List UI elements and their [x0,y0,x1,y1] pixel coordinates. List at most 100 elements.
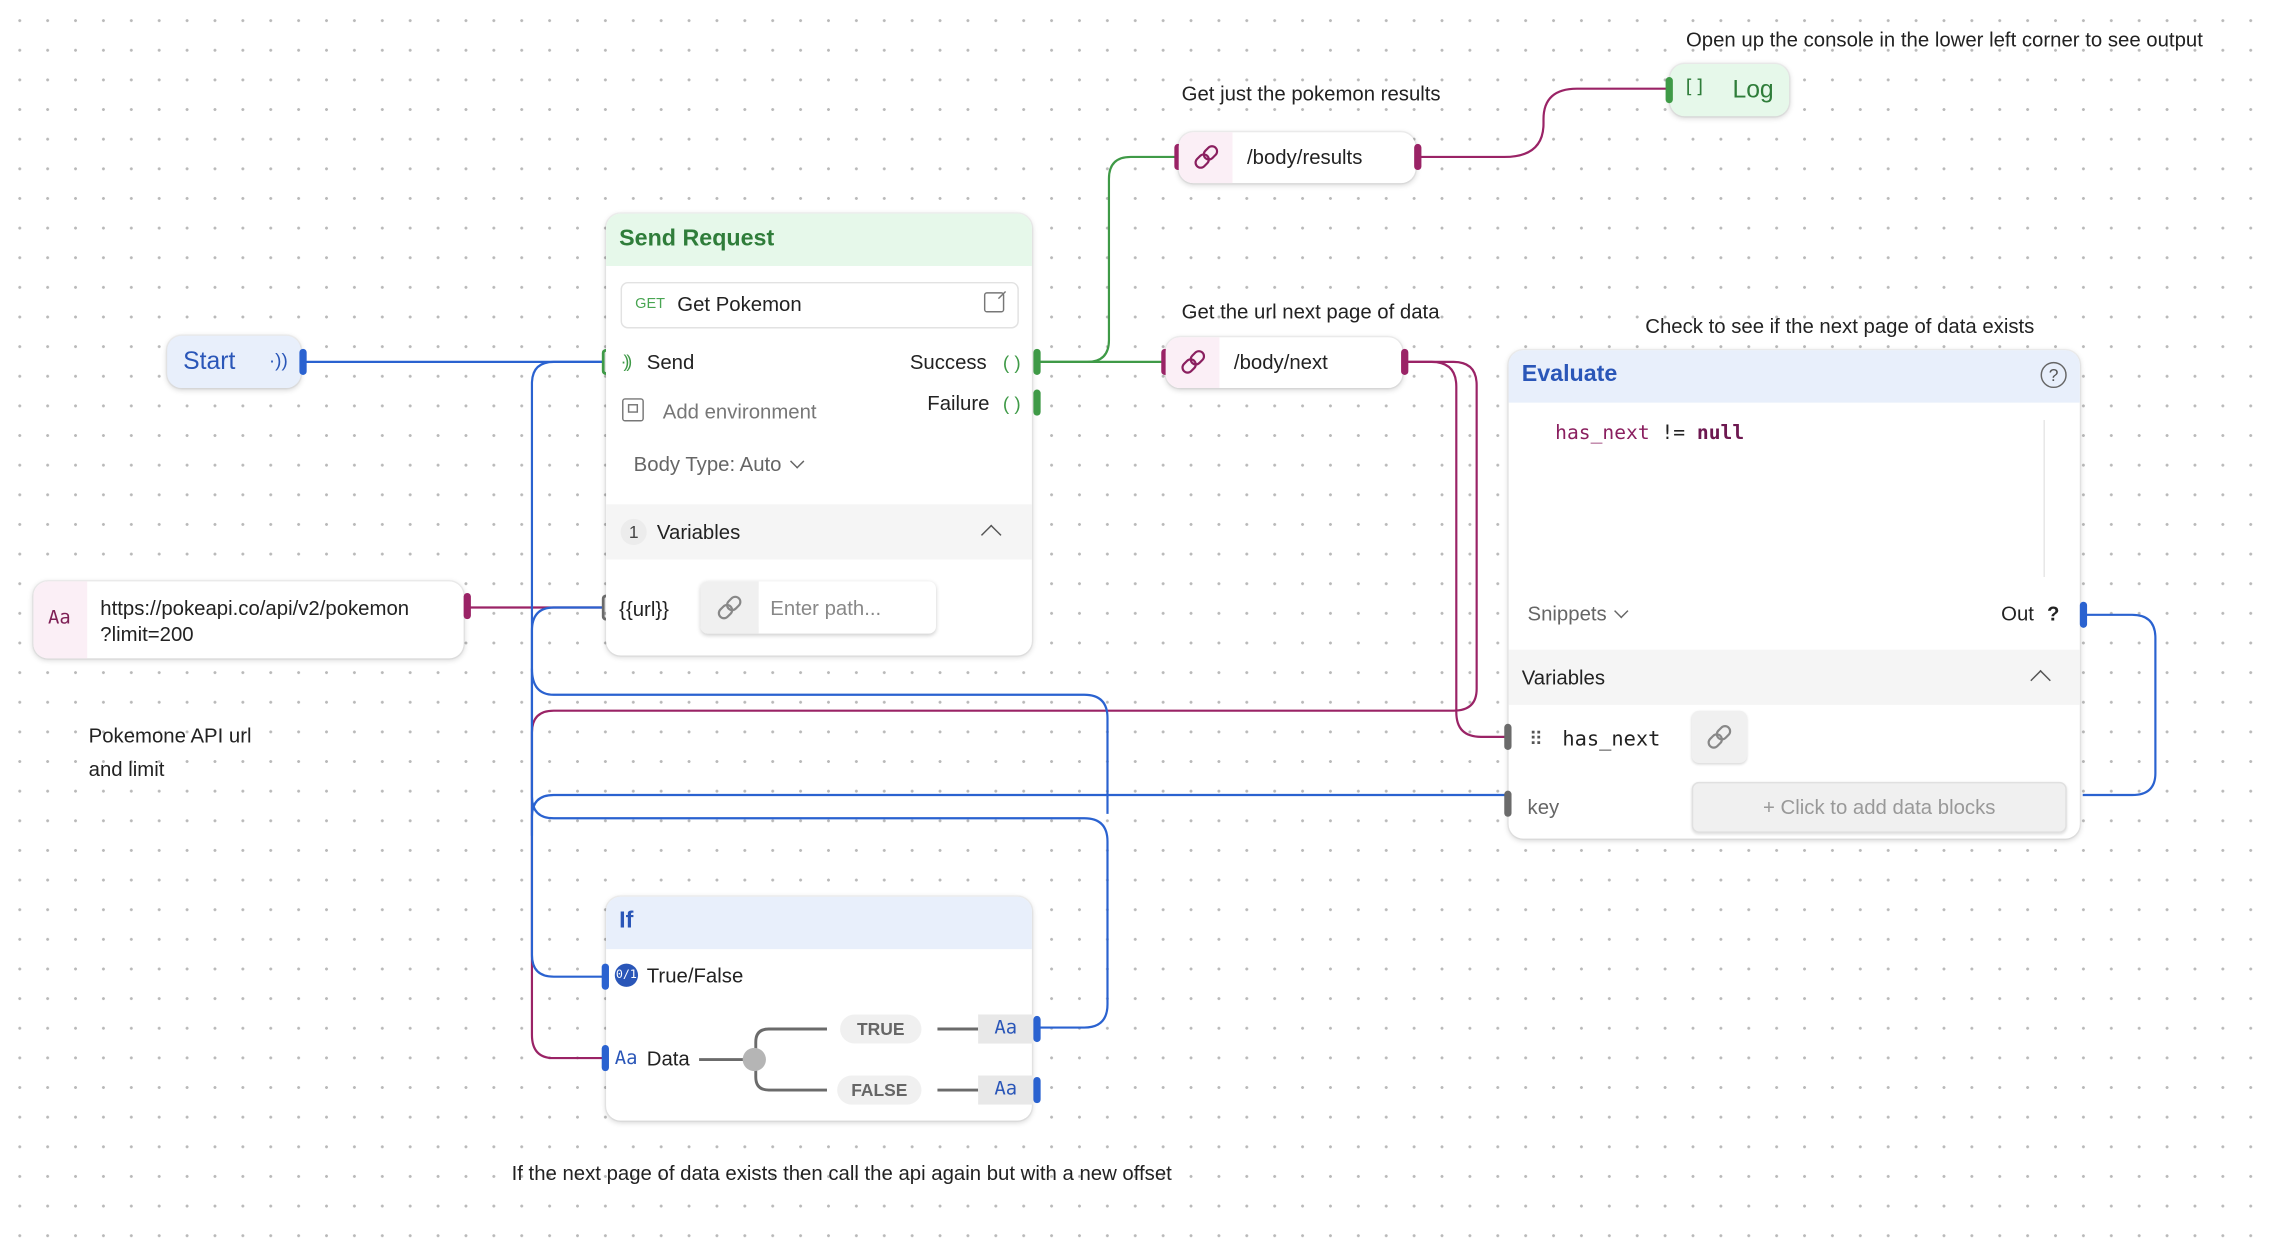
external-link-icon[interactable] [983,292,1005,313]
results-out-handle[interactable] [1414,143,1422,171]
wire-start-iftf [530,360,604,978]
failure-type-icon: ( ) [1002,392,1021,415]
log-label: Log [1732,75,1774,104]
send-label: Send [646,350,695,374]
link-icon [1165,337,1220,389]
snippets-label: Snippets [1527,601,1607,625]
drag-handle-icon[interactable]: ⠿ [1529,728,1543,751]
next-pick-node[interactable]: /body/next [1161,337,1409,389]
evaluate-header: Evaluate ? [1508,350,2080,403]
send-request-header: Send Request [606,213,1032,266]
variables-count-badge: 1 [620,518,647,546]
wire-next-hasnext [1406,360,1506,738]
note-evaluate: Check to see if the next page of data ex… [1645,313,2035,338]
true-branch-label: TRUE [840,1014,922,1044]
method-badge: GET [635,296,666,313]
out-type-icon: ? [2047,601,2060,625]
code-keyword: null [1696,421,1745,445]
send-request-title: Send Request [619,226,775,252]
false-out-handle[interactable] [1033,1076,1041,1104]
url-out-handle[interactable] [463,592,471,620]
success-type-icon: ( ) [1002,351,1021,374]
note-loop: If the next page of data exists then cal… [511,1161,1172,1185]
chevron-down-icon [789,454,804,469]
note-results: Get just the pokemon results [1181,81,1441,105]
path-input[interactable]: Enter path... [700,581,936,634]
url-value-line2: ?limit=200 [100,622,194,646]
log-in-handle[interactable] [1665,77,1673,104]
variables-section-header[interactable]: 1 Variables [606,504,1032,560]
url-value[interactable]: https://pokeapi.co/api/v2/pokemon ?limit… [100,594,409,646]
out-label: Out [2001,601,2034,625]
path-placeholder: Enter path... [770,595,882,620]
variable-name-url: {{url}} [619,597,669,621]
variables-label: Variables [1521,665,1606,689]
snippets-dropdown[interactable]: Snippets [1527,601,1630,625]
send-request-node[interactable]: Send Request GET Get Pokemon ·)) Send Su… [601,213,1041,656]
note-next: Get the url next page of data [1181,299,1440,323]
wire-key-left [530,793,1506,836]
request-selector[interactable]: GET Get Pokemon [620,281,1019,329]
evaluate-out-handle[interactable] [2079,601,2088,628]
signal-icon: ·)) [268,348,288,371]
false-branch-label: FALSE [837,1075,922,1105]
chevron-up-icon[interactable] [980,524,1002,546]
results-path[interactable]: /body/results [1247,145,1362,168]
string-type-badge: Aa [33,581,88,659]
flow-canvas[interactable]: Open up the console in the lower left co… [0,0,2276,1254]
url-var-in-handle[interactable] [601,594,607,621]
success-out-handle[interactable] [1033,348,1041,375]
chevron-up-icon[interactable] [2030,669,2051,691]
variables-label: Variables [656,520,741,544]
help-icon[interactable]: ? [2040,361,2067,389]
code-variable: has_next [1555,421,1650,445]
true-out-handle[interactable] [1033,1015,1041,1043]
wire-results-log [1419,87,1668,159]
evaluate-title: Evaluate [1521,361,1618,387]
variable-has-next[interactable]: has_next [1562,728,1660,751]
wire-success-results [1036,155,1176,363]
url-string-node[interactable]: Aa https://pokeapi.co/api/v2/pokemon ?li… [33,581,471,659]
body-type-label: Body Type: Auto [633,452,782,476]
false-out-type: Aa [978,1075,1034,1105]
evaluate-variables-header[interactable]: Variables [1508,649,2080,705]
wire-evalout-key [2082,613,2157,797]
signal-icon: ·)) [620,351,633,373]
next-out-handle[interactable] [1401,348,1409,375]
link-icon [700,581,759,634]
add-data-blocks-button[interactable]: + Click to add data blocks [1691,781,2067,833]
code-editor[interactable]: has_next != null [1555,421,1744,444]
note-log: Open up the console in the lower left co… [1685,27,2203,51]
log-node[interactable]: [] Log [1665,63,1790,117]
failure-out-handle[interactable] [1033,389,1041,416]
hasnext-in-handle[interactable] [1504,723,1512,750]
if-node[interactable]: If 0/1 True/False Aa Data TRUE FALSE Aa … [601,896,1041,1121]
start-node[interactable]: Start ·)) [167,335,307,389]
next-path[interactable]: /body/next [1234,350,1328,373]
failure-label: Failure [927,390,990,415]
results-pick-node[interactable]: /body/results [1174,132,1422,184]
wire-blue-upper-loop [530,668,1109,814]
body-type-dropdown[interactable]: Body Type: Auto [633,452,804,476]
editor-scrollbar[interactable] [2043,420,2045,577]
key-in-handle[interactable] [1504,790,1512,817]
branch-lines [699,1027,979,1092]
link-button[interactable] [1691,710,1747,764]
note-url-line1: Pokemone API url [88,723,252,748]
true-out-type: Aa [978,1014,1034,1044]
out-port: Out? [2001,602,2059,625]
request-name: Get Pokemon [677,292,802,316]
start-label: Start [183,347,236,375]
evaluate-node[interactable]: Evaluate ? has_next != null Snippets Out… [1504,350,2088,839]
url-value-line1: https://pokeapi.co/api/v2/pokemon [100,595,410,620]
environment-icon [622,398,644,422]
variable-key[interactable]: key [1528,795,1560,818]
note-url-line2: and limit [88,757,165,781]
success-label: Success [909,350,987,374]
chevron-down-icon [1614,603,1630,619]
add-environment-button[interactable]: Add environment [663,400,817,423]
array-icon: [] [1683,77,1706,99]
send-in-handle[interactable] [601,348,607,375]
link-icon [1178,132,1233,184]
start-out-handle[interactable] [299,348,307,375]
